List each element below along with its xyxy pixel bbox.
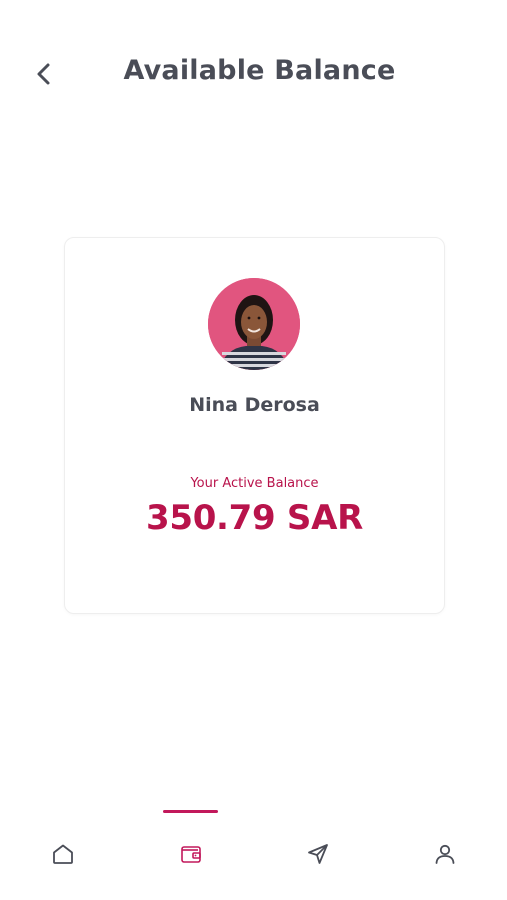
home-icon — [53, 844, 73, 864]
header: Available Balance — [0, 0, 507, 150]
nav-profile[interactable] — [415, 826, 475, 882]
nav-home[interactable] — [33, 826, 93, 882]
balance-label: Your Active Balance — [190, 476, 319, 491]
profile-photo — [208, 278, 300, 370]
wallet-icon — [181, 846, 201, 863]
page-title: Available Balance — [123, 55, 396, 86]
nav-send[interactable] — [288, 826, 348, 882]
balance-card: Nina Derosa Your Active Balance 350.79 S… — [64, 237, 445, 614]
bottom-nav — [0, 810, 507, 900]
user-icon — [435, 844, 455, 864]
send-icon — [308, 844, 328, 864]
user-name: Nina Derosa — [189, 394, 320, 416]
nav-wallet[interactable] — [161, 826, 221, 882]
avatar — [208, 278, 300, 370]
balance-amount: 350.79 SAR — [145, 498, 364, 538]
active-tab-indicator — [163, 810, 218, 813]
